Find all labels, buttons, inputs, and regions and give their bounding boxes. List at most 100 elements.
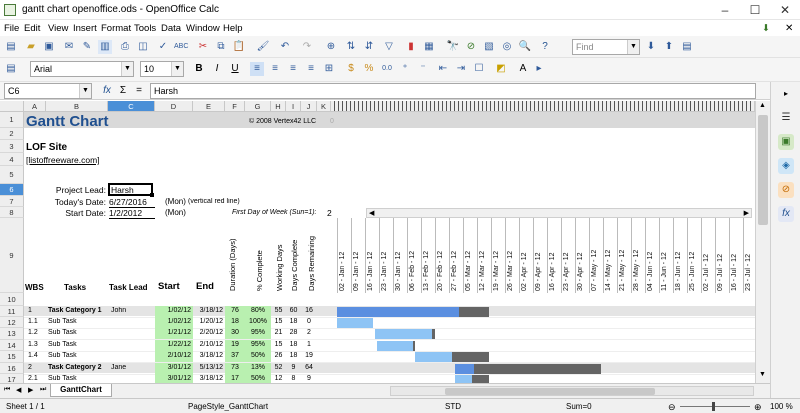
maximize-button[interactable]: ☐ — [740, 0, 770, 20]
find-next-icon[interactable]: ⬇ — [644, 40, 658, 54]
task-start-date[interactable]: 1/02/12 — [155, 318, 193, 325]
background-color-icon[interactable]: ◩ — [494, 62, 508, 76]
page-style[interactable]: PageStyle_GanttChart — [188, 402, 268, 411]
task-percent-complete[interactable]: 13% — [245, 364, 271, 371]
task-duration[interactable]: 37 — [225, 352, 245, 359]
zoom-slider[interactable] — [680, 406, 750, 407]
autospell-icon[interactable]: ABC — [174, 40, 188, 54]
task-working-days[interactable]: 55 — [271, 307, 286, 314]
download-icon[interactable]: ⬇ — [762, 23, 770, 34]
task-name[interactable]: Sub Task — [46, 375, 106, 382]
column-header-k[interactable]: K — [317, 101, 331, 112]
task-working-days[interactable]: 21 — [271, 329, 286, 336]
task-wbs[interactable]: 2.1 — [26, 375, 46, 382]
chevron-right-icon[interactable]: ▶ — [744, 209, 749, 217]
task-wbs[interactable]: 1 — [26, 307, 46, 314]
row-header-9[interactable]: 9 — [0, 218, 24, 293]
bold-icon[interactable]: B — [192, 62, 206, 76]
formula-input[interactable]: Harsh — [150, 83, 756, 99]
minimize-button[interactable]: – — [710, 0, 740, 20]
menu-view[interactable]: View — [48, 23, 68, 34]
task-days-remaining[interactable]: 0 — [301, 318, 317, 325]
align-right-icon[interactable]: ≡ — [286, 62, 300, 76]
task-days-complete[interactable]: 8 — [286, 375, 301, 382]
column-header-b[interactable]: B — [46, 101, 108, 112]
column-header-e[interactable]: E — [193, 101, 225, 112]
task-percent-complete[interactable]: 95% — [245, 329, 271, 336]
open-icon[interactable]: ▰ — [24, 40, 38, 54]
column-header-a[interactable]: A — [24, 101, 46, 112]
task-working-days[interactable]: 26 — [271, 352, 286, 359]
styles-icon[interactable]: ▤ — [4, 62, 18, 76]
column-header-d[interactable]: D — [155, 101, 193, 112]
row-header-12[interactable]: 12 — [0, 317, 24, 328]
task-lead[interactable]: John — [109, 307, 154, 314]
menu-tools[interactable]: Tools — [134, 23, 156, 34]
zoom-in-icon[interactable]: ⊕ — [754, 402, 762, 413]
hyperlink-icon[interactable]: ⊕ — [324, 40, 338, 54]
preview-icon[interactable]: ◫ — [136, 40, 150, 54]
help-icon[interactable]: ? — [538, 40, 552, 54]
row-header-1[interactable]: 1 — [0, 112, 24, 128]
chevron-down-icon[interactable]: ▼ — [627, 40, 639, 54]
horizontal-scroll-thumb[interactable] — [445, 388, 655, 395]
chevron-left-icon[interactable]: ◀ — [369, 209, 374, 217]
task-days-remaining[interactable]: 9 — [301, 375, 317, 382]
row-header-17[interactable]: 17 — [0, 374, 24, 383]
spellcheck-icon[interactable]: ✓ — [156, 40, 170, 54]
task-days-remaining[interactable]: 1 — [301, 341, 317, 348]
borders-icon[interactable]: ☐ — [472, 62, 486, 76]
task-start-date[interactable]: 3/01/12 — [155, 364, 193, 371]
function-wizard-icon[interactable]: fx — [98, 84, 116, 98]
gallery-sidebar-icon[interactable]: ◈ — [778, 158, 794, 174]
sort-descending-icon[interactable]: ⇵ — [362, 40, 376, 54]
autofilter-icon[interactable]: ▽ — [382, 40, 396, 54]
format-paintbrush-icon[interactable]: 🖌 — [256, 40, 270, 54]
last-sheet-icon[interactable]: ⏭ — [40, 386, 46, 394]
print-icon[interactable]: ⎙ — [118, 40, 132, 54]
task-start-date[interactable]: 2/10/12 — [155, 352, 193, 359]
column-header-j[interactable]: J — [301, 101, 317, 112]
new-icon[interactable]: ▤ — [4, 40, 18, 54]
row-header-4[interactable]: 4 — [0, 153, 24, 166]
column-header-g[interactable]: G — [245, 101, 271, 112]
menu-file[interactable]: File — [4, 23, 19, 34]
task-duration[interactable]: 73 — [225, 364, 245, 371]
functions-sidebar-icon[interactable]: fx — [778, 206, 794, 222]
row-header-10[interactable]: 10 — [0, 293, 24, 306]
task-days-remaining[interactable]: 2 — [301, 329, 317, 336]
task-lead[interactable]: Jane — [109, 364, 154, 371]
navigator-icon[interactable]: ⊘ — [464, 40, 478, 54]
copy-icon[interactable]: ⧉ — [214, 40, 228, 54]
find-replace-icon[interactable]: 🔭 — [446, 40, 460, 54]
zoom-level[interactable]: 100 % — [770, 402, 793, 411]
currency-icon[interactable]: $ — [344, 62, 358, 76]
row-header-14[interactable]: 14 — [0, 340, 24, 351]
task-percent-complete[interactable]: 50% — [245, 352, 271, 359]
task-name[interactable]: Sub Task — [46, 341, 106, 348]
chevron-down-icon[interactable]: ▼ — [79, 84, 91, 98]
function-icon[interactable]: = — [132, 84, 146, 98]
increase-indent-icon[interactable]: ⇥ — [454, 62, 468, 76]
sheet-tab-ganttchart[interactable]: GanttChart — [50, 384, 112, 397]
task-wbs[interactable]: 1.1 — [26, 318, 46, 325]
zoom-icon[interactable]: 🔍 — [518, 40, 532, 54]
chevron-down-icon[interactable]: ▼ — [171, 62, 183, 76]
project-lead-cell[interactable]: Harsh — [108, 183, 153, 196]
menu-help[interactable]: Help — [223, 23, 243, 34]
vertical-scroll-thumb[interactable] — [758, 115, 768, 225]
font-color-icon[interactable]: A — [516, 62, 530, 76]
chart-icon[interactable]: ▮ — [404, 40, 418, 54]
zoom-out-icon[interactable]: ⊖ — [668, 402, 676, 413]
task-percent-complete[interactable]: 80% — [245, 307, 271, 314]
row-header-13[interactable]: 13 — [0, 328, 24, 340]
font-size-box[interactable]: 10 ▼ — [140, 61, 184, 77]
menu-insert[interactable]: Insert — [73, 23, 97, 34]
task-duration[interactable]: 18 — [225, 318, 245, 325]
pdf-icon[interactable]: ▥ — [98, 40, 112, 54]
week-scroller[interactable]: ◀ ▶ — [366, 208, 752, 218]
datasources-icon[interactable]: ◎ — [500, 40, 514, 54]
task-days-complete[interactable]: 18 — [286, 352, 301, 359]
task-wbs[interactable]: 1.2 — [26, 329, 46, 336]
vertical-scrollbar[interactable]: ▲ ▼ — [755, 101, 770, 383]
